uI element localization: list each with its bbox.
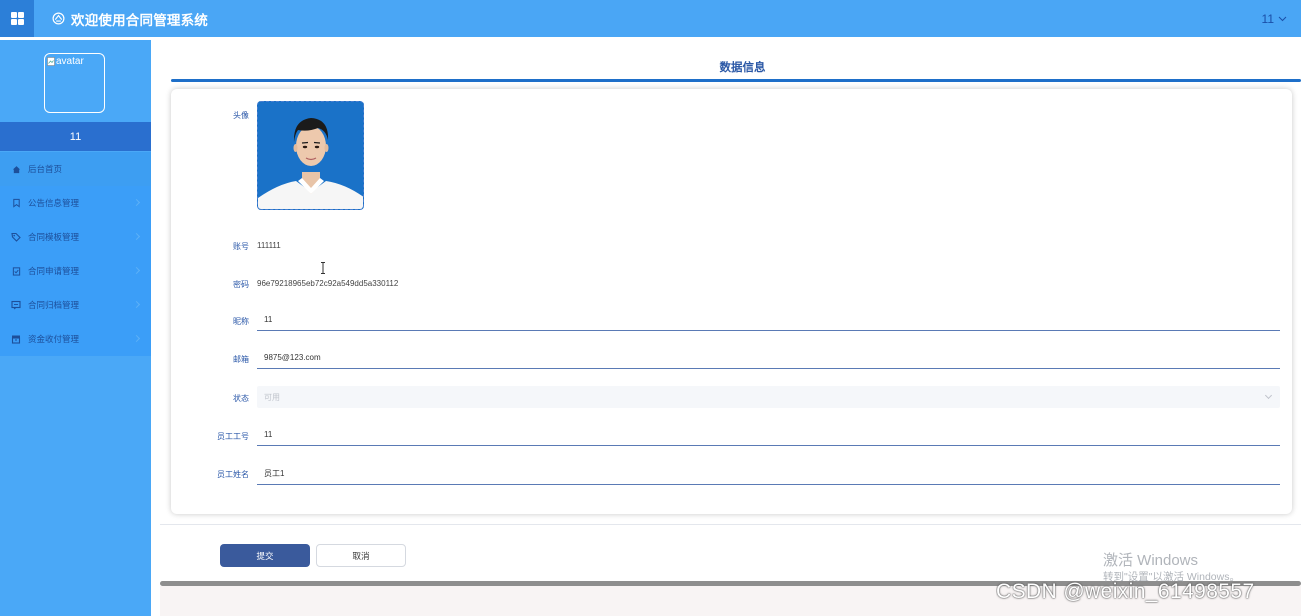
sidebar-item-label: 资金收付管理 <box>28 334 80 344</box>
nickname-field[interactable]: 11 <box>257 309 1280 331</box>
email-value: 9875@123.com <box>264 353 321 362</box>
chevron-right-icon <box>132 334 141 343</box>
clipboard-icon <box>11 266 21 276</box>
sidebar-username: 11 <box>0 122 151 151</box>
avatar-broken-image: avatar <box>47 56 84 67</box>
user-name: 11 <box>1261 11 1274 26</box>
top-header: 欢迎使用合同管理系统 11 <box>0 0 1301 37</box>
account-value: 111111 <box>257 241 281 250</box>
nickname-value: 11 <box>264 315 273 324</box>
chevron-right-icon <box>132 232 141 241</box>
user-menu[interactable]: 11 <box>1262 0 1287 37</box>
password-value: 96e79218965eb72c92a549dd5a330112 <box>257 279 399 288</box>
email-field[interactable]: 9875@123.com <box>257 347 1280 369</box>
page-title: 数据信息 <box>719 62 766 74</box>
chevron-right-icon <box>132 300 141 309</box>
sidebar-item-funds[interactable]: 资金收付管理 <box>0 322 151 356</box>
avatar-label: 头像 <box>233 111 249 120</box>
bookmark-icon <box>11 198 21 208</box>
nickname-label: 昵称 <box>233 317 249 326</box>
logo-icon <box>52 12 65 25</box>
menu-toggle-button[interactable] <box>0 0 34 37</box>
sidebar-item-notice[interactable]: 公告信息管理 <box>0 186 151 220</box>
emp-no-label: 员工工号 <box>217 432 249 441</box>
chevron-down-icon <box>1278 16 1287 21</box>
activate-windows-title: 激活 Windows <box>1103 552 1199 569</box>
sidebar: avatar 11 后台首页 公告信息管理 合同模板管理 合同申请管理 合同归档… <box>0 40 151 616</box>
emp-no-value: 11 <box>264 430 273 439</box>
email-label: 邮箱 <box>233 355 249 364</box>
app-title: 欢迎使用合同管理系统 <box>71 12 208 28</box>
status-value: 可用 <box>264 392 280 402</box>
tag-icon <box>11 232 21 242</box>
csdn-watermark: CSDN @weixin_61498557 <box>996 580 1255 603</box>
sidebar-username-text: 11 <box>69 130 82 143</box>
emp-no-field[interactable]: 11 <box>257 424 1280 446</box>
archive-icon <box>11 334 21 344</box>
sidebar-nav: 后台首页 公告信息管理 合同模板管理 合同申请管理 合同归档管理 资金收付管理 <box>0 152 151 356</box>
profile-photo <box>258 102 363 209</box>
sidebar-item-label: 合同模板管理 <box>28 232 80 242</box>
text-cursor-icon <box>321 262 325 274</box>
emp-name-field[interactable]: 员工1 <box>257 463 1280 485</box>
sidebar-item-label: 后台首页 <box>28 164 63 174</box>
sidebar-item-home[interactable]: 后台首页 <box>0 152 151 186</box>
chevron-down-icon <box>1264 391 1273 400</box>
submit-button[interactable]: 提交 <box>220 544 310 567</box>
account-label: 账号 <box>233 242 249 251</box>
form-card: 头像 账号 111111 密码 96e79218965eb72c92a549dd <box>171 89 1292 514</box>
emp-name-label: 员工姓名 <box>217 470 249 479</box>
status-select[interactable]: 可用 <box>257 386 1280 408</box>
title-underline <box>171 79 1301 82</box>
sidebar-item-template[interactable]: 合同模板管理 <box>0 220 151 254</box>
cancel-button[interactable]: 取消 <box>316 544 406 567</box>
sidebar-item-label: 合同归档管理 <box>28 300 80 310</box>
main-content: 数据信息 头像 账号 111111 密码 96e79218965eb72c92a… <box>160 40 1301 616</box>
sidebar-item-label: 公告信息管理 <box>28 198 80 208</box>
footer-divider <box>160 524 1301 525</box>
sidebar-item-label: 合同申请管理 <box>28 266 80 276</box>
sidebar-item-archive[interactable]: 合同归档管理 <box>0 288 151 322</box>
grid-icon <box>10 12 24 25</box>
emp-name-value: 员工1 <box>264 469 285 478</box>
sidebar-item-apply[interactable]: 合同申请管理 <box>0 254 151 288</box>
password-label: 密码 <box>233 280 249 289</box>
brand: 欢迎使用合同管理系统 <box>52 0 208 37</box>
chevron-right-icon <box>132 198 141 207</box>
avatar: avatar <box>44 53 105 113</box>
home-icon <box>11 164 21 174</box>
broken-image-icon <box>47 57 55 66</box>
avatar-upload[interactable] <box>257 101 364 210</box>
message-icon <box>11 300 21 310</box>
avatar-alt-text: avatar <box>56 56 84 67</box>
status-label: 状态 <box>233 394 249 403</box>
chevron-right-icon <box>132 266 141 275</box>
